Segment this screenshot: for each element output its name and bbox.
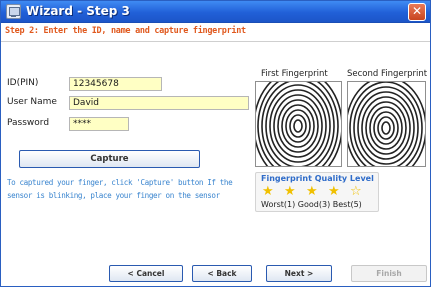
quality-title: Fingerprint Quality Level	[261, 174, 374, 183]
next-button[interactable]: Next >	[266, 265, 332, 282]
user-name-input[interactable]: David	[69, 96, 249, 110]
second-fingerprint-label: Second Fingerprint	[347, 69, 428, 79]
window-title: Wizard - Step 3	[26, 4, 130, 18]
quality-scale: Worst(1) Good(3) Best(5)	[261, 200, 362, 209]
title-bar: Wizard - Step 3 ✕	[1, 1, 430, 23]
divider	[1, 41, 430, 42]
wizard-window: Wizard - Step 3 ✕ Step 2: Enter the ID, …	[0, 0, 431, 287]
star-icon: ★	[262, 184, 274, 199]
step-instruction: Step 2: Enter the ID, name and capture f…	[5, 26, 246, 36]
password-label: Password	[7, 118, 50, 128]
quality-panel: Fingerprint Quality Level ★ ★ ★ ★ ☆ Worst(1)…	[255, 172, 379, 212]
window-app-icon	[6, 4, 21, 19]
password-input[interactable]: ****	[69, 117, 129, 131]
star-icon: ★	[284, 184, 296, 199]
close-button[interactable]: ✕	[408, 3, 426, 21]
finish-button[interactable]: Finish	[351, 265, 427, 282]
capture-button[interactable]: Capture	[19, 150, 200, 168]
second-fingerprint-image	[347, 81, 426, 167]
user-name-label: User Name	[7, 97, 57, 107]
first-fingerprint-label: First Fingerprint	[261, 69, 328, 79]
capture-hint: To captured your finger, click 'Capture'…	[7, 178, 233, 200]
fingerprint-icon	[348, 82, 425, 166]
first-fingerprint-image	[255, 81, 342, 167]
cancel-button[interactable]: < Cancel	[109, 265, 183, 282]
star-icon: ★	[328, 184, 340, 199]
fingerprint-icon	[256, 82, 341, 166]
id-label: ID(PIN)	[7, 78, 39, 88]
close-icon: ✕	[411, 4, 423, 18]
id-input[interactable]: 12345678	[69, 77, 162, 91]
back-button[interactable]: < Back	[192, 265, 252, 282]
star-icon: ☆	[350, 184, 362, 199]
star-icon: ★	[306, 184, 318, 199]
